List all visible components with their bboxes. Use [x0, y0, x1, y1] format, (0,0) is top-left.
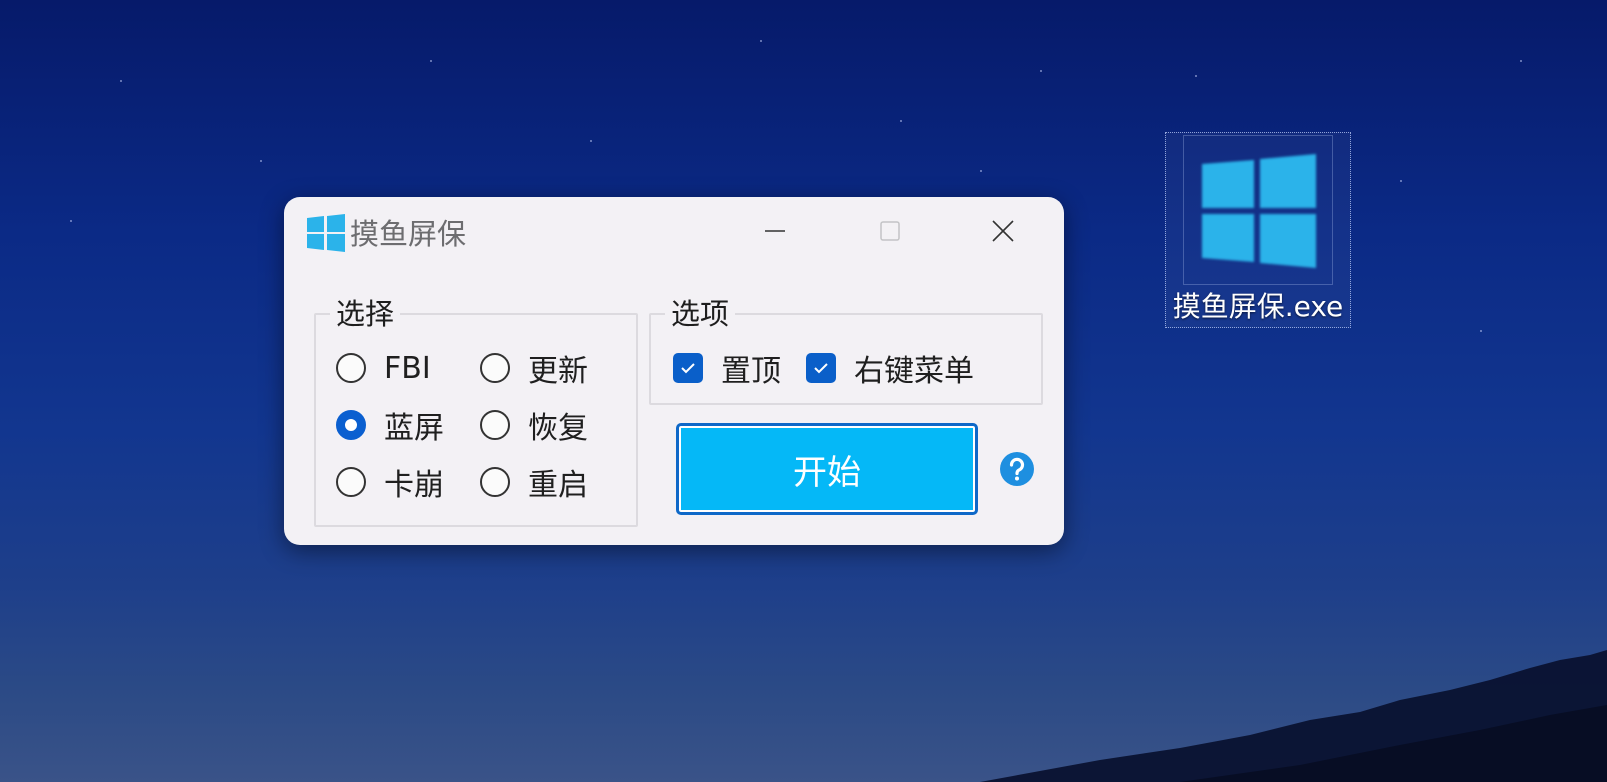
radio-label: 更新 — [528, 354, 588, 389]
radio-label: 重启 — [528, 468, 588, 503]
radio-label: 恢复 — [528, 411, 588, 446]
radio-button[interactable] — [336, 467, 366, 497]
radio-freeze[interactable]: 卡崩 — [336, 462, 444, 503]
start-button[interactable]: 开始 — [676, 423, 978, 515]
radio-button[interactable] — [480, 410, 510, 440]
checkbox-label: 右键菜单 — [854, 354, 974, 389]
select-group-legend: 选择 — [336, 297, 395, 331]
options-group-legend: 选项 — [671, 297, 730, 331]
checkbox[interactable] — [806, 353, 836, 383]
checkmark-icon — [814, 363, 828, 374]
windows-logo-icon — [307, 214, 345, 252]
minimize-button[interactable] — [750, 209, 800, 253]
radio-button[interactable] — [480, 353, 510, 383]
checkbox-context-menu[interactable]: 右键菜单 — [806, 348, 974, 389]
help-icon[interactable] — [999, 451, 1035, 487]
radio-bluescreen[interactable]: 蓝屏 — [336, 405, 444, 446]
checkmark-icon — [681, 363, 695, 374]
radio-reboot[interactable]: 重启 — [480, 462, 588, 503]
checkbox-label: 置顶 — [721, 354, 781, 389]
minimize-icon — [765, 230, 785, 232]
windows-logo-icon — [1183, 135, 1333, 285]
close-button[interactable] — [978, 209, 1028, 253]
desktop-icon-moyu-screensaver[interactable]: 摸鱼屏保.exe — [1165, 132, 1351, 328]
radio-label: 蓝屏 — [384, 411, 444, 446]
desktop-icon-label: 摸鱼屏保.exe — [1172, 290, 1344, 323]
checkbox[interactable] — [673, 353, 703, 383]
close-icon — [992, 220, 1014, 242]
radio-update[interactable]: 更新 — [480, 348, 588, 389]
app-window: 摸鱼屏保 选择 FBI 更新 蓝屏 恢复 卡崩 重启 选项 置顶 右键菜单 开始 — [284, 197, 1064, 545]
radio-button[interactable] — [480, 467, 510, 497]
radio-button[interactable] — [336, 353, 366, 383]
checkbox-always-on-top[interactable]: 置顶 — [673, 348, 781, 389]
maximize-button[interactable] — [865, 209, 915, 253]
desktop: 摸鱼屏保.exe 摸鱼屏保 选择 FBI 更新 蓝屏 恢复 卡崩 重启 选项 置… — [0, 0, 1607, 782]
radio-label: 卡崩 — [384, 468, 444, 503]
maximize-icon — [880, 221, 900, 241]
radio-fbi[interactable]: FBI — [336, 348, 431, 388]
radio-button-selected[interactable] — [336, 410, 366, 440]
radio-label: FBI — [384, 350, 431, 386]
window-title: 摸鱼屏保 — [350, 217, 467, 251]
radio-restore[interactable]: 恢复 — [480, 405, 588, 446]
